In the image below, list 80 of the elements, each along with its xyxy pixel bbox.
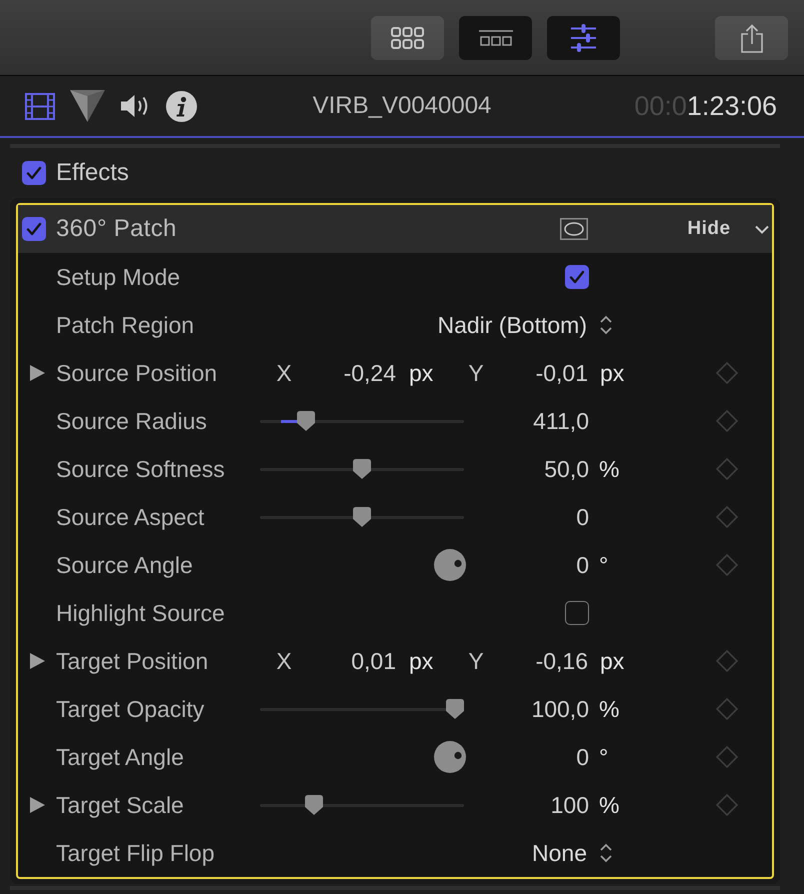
- checkmark-icon: [569, 270, 585, 284]
- slider-thumb[interactable]: [297, 411, 316, 431]
- grid-button[interactable]: [371, 16, 444, 60]
- parameter-value[interactable]: 411,0: [533, 408, 589, 434]
- slider-track[interactable]: [260, 795, 464, 815]
- parameter-value[interactable]: 0: [576, 744, 589, 770]
- parameter-label: Setup Mode: [56, 264, 180, 290]
- parameter-label: Source Position: [56, 360, 218, 386]
- grid-icon: [391, 27, 424, 49]
- unit-label: °: [599, 744, 608, 770]
- dial-icon[interactable]: [434, 549, 466, 581]
- info-icon[interactable]: [166, 90, 197, 122]
- disclosure-triangle-icon[interactable]: [30, 797, 44, 813]
- section-title: Effects: [56, 159, 129, 187]
- filmstrip-button[interactable]: [459, 16, 532, 60]
- parameter-value[interactable]: 0: [576, 552, 589, 578]
- parameter-value[interactable]: 0,01: [351, 648, 396, 674]
- parameter-label: Target Scale: [56, 792, 184, 818]
- unit-label: %: [599, 456, 620, 482]
- parameter-value[interactable]: 100: [550, 792, 589, 818]
- slider-track[interactable]: [260, 411, 464, 431]
- parameter-label: Target Position: [56, 648, 208, 674]
- parameter-value[interactable]: 50,0: [544, 456, 589, 482]
- slider-track[interactable]: [260, 507, 464, 527]
- checkbox[interactable]: [565, 601, 589, 625]
- unit-label: °: [599, 552, 608, 578]
- slider-track[interactable]: [260, 699, 464, 719]
- slider-thumb[interactable]: [353, 507, 371, 527]
- slider-track[interactable]: [260, 459, 464, 479]
- parameter-value[interactable]: -0,24: [344, 360, 396, 386]
- hide-button[interactable]: Hide: [687, 218, 731, 240]
- checkbox[interactable]: [22, 161, 46, 185]
- unit-label: px: [409, 360, 434, 386]
- triangle-icon[interactable]: [70, 90, 105, 122]
- parameter-label: Target Flip Flop: [56, 840, 215, 866]
- parameter-label: Highlight Source: [56, 600, 225, 626]
- parameter-label: Source Aspect: [56, 504, 204, 530]
- unit-label: %: [599, 792, 620, 818]
- parameter-value[interactable]: 0: [576, 504, 589, 530]
- popup-button[interactable]: Nadir (Bottom): [437, 312, 613, 338]
- film-icon[interactable]: [25, 92, 55, 120]
- axis-label: X: [276, 648, 292, 674]
- sliders-button[interactable]: [547, 16, 620, 60]
- chevron-icon[interactable]: [755, 224, 769, 234]
- clip-title: VIRB_V0040004: [312, 92, 492, 120]
- parameter-value[interactable]: -0,01: [536, 360, 588, 386]
- mask-icon[interactable]: [560, 218, 588, 240]
- parameter-label: Patch Region: [56, 312, 194, 338]
- filmstrip-icon: [478, 30, 512, 46]
- share-button[interactable]: [715, 16, 788, 60]
- axis-label: Y: [468, 360, 484, 386]
- popup-button[interactable]: None: [532, 840, 613, 866]
- unit-label: px: [409, 648, 434, 674]
- unit-label: px: [600, 648, 624, 674]
- parameter-value[interactable]: 100,0: [531, 696, 589, 722]
- up-down-chevron-icon: [599, 315, 613, 335]
- disclosure-triangle-icon[interactable]: [30, 653, 44, 669]
- parameter-label: Target Angle: [56, 744, 184, 770]
- slider-thumb[interactable]: [446, 699, 464, 719]
- checkbox[interactable]: [565, 265, 589, 289]
- slider-thumb[interactable]: [304, 795, 323, 815]
- parameter-label: Source Radius: [56, 408, 207, 434]
- parameter-label: Source Softness: [56, 456, 225, 482]
- disclosure-triangle-icon[interactable]: [30, 365, 44, 381]
- up-down-chevron-icon: [599, 843, 613, 863]
- slider-thumb[interactable]: [353, 459, 371, 479]
- unit-label: %: [599, 696, 620, 722]
- checkbox[interactable]: [22, 217, 46, 241]
- share-icon: [740, 24, 762, 52]
- unit-label: px: [600, 360, 624, 386]
- axis-label: Y: [468, 648, 484, 674]
- sliders-icon: [571, 24, 596, 52]
- checkmark-icon: [26, 166, 42, 180]
- effect-name: 360° Patch: [56, 215, 177, 243]
- parameter-value[interactable]: -0,16: [536, 648, 588, 674]
- parameter-label: Target Opacity: [56, 696, 204, 722]
- parameter-label: Source Angle: [56, 552, 193, 578]
- axis-label: X: [276, 360, 292, 386]
- checkmark-icon: [26, 222, 42, 236]
- dial-icon[interactable]: [434, 741, 466, 773]
